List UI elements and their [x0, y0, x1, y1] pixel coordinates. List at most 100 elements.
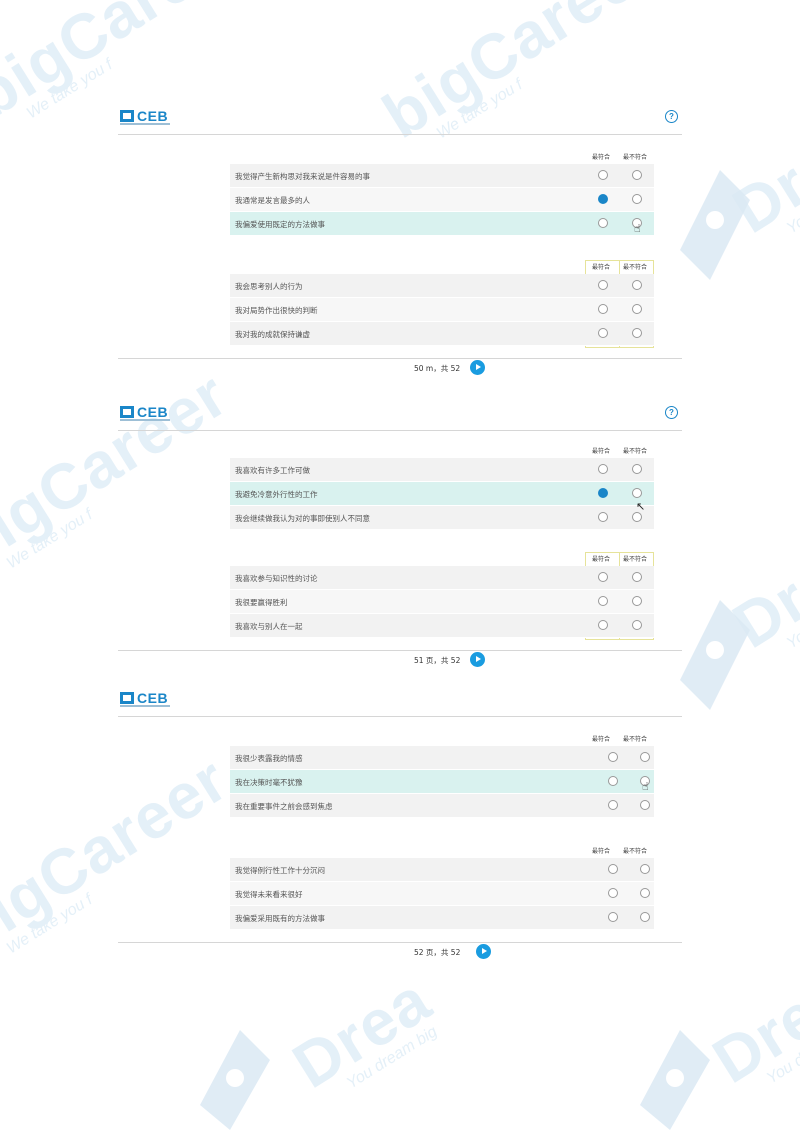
- question-row: 我喜欢参与知识性的讨论: [230, 566, 654, 590]
- question-block-1: 最符合 最不符合 我很少表露我的情感 我在决策时毫不犹豫 我在重要事件之前会感到…: [230, 732, 654, 818]
- least-radio[interactable]: [632, 304, 642, 314]
- least-radio[interactable]: [632, 170, 642, 180]
- most-radio[interactable]: [598, 304, 608, 314]
- help-icon[interactable]: ?: [665, 110, 678, 123]
- most-radio[interactable]: [598, 572, 608, 582]
- question-row-hover: 我避免冷意外行性的工作: [230, 482, 654, 506]
- least-radio[interactable]: [640, 864, 650, 874]
- page-counter: 50 m，共 52: [414, 364, 461, 373]
- question-row-hover: 我在决策时毫不犹豫: [230, 770, 654, 794]
- column-headers: 最符合 最不符合: [584, 732, 654, 746]
- page-header: CEB ?: [118, 400, 682, 431]
- least-radio[interactable]: [632, 328, 642, 338]
- question-row: 我觉得例行性工作十分沉闷: [230, 858, 654, 882]
- question-block-2: 最符合 最不符合 我会思考别人的行为 我对局势作出很快的判断 我对我的成就保持谦…: [230, 260, 654, 348]
- most-radio[interactable]: [608, 752, 618, 762]
- assessment-page-3: CEB 最符合 最不符合 我很少表露我的情感 我在决策时毫不犹豫 我在重要事件之…: [118, 686, 682, 972]
- column-headers: 最符合 最不符合: [584, 260, 654, 274]
- question-row: 我会思考别人的行为: [230, 274, 654, 298]
- page-header: CEB ?: [118, 104, 682, 135]
- next-page-button[interactable]: [476, 944, 491, 959]
- least-radio[interactable]: [640, 912, 650, 922]
- most-like-header: 最符合: [591, 448, 610, 455]
- question-row: 我在重要事件之前会感到焦虑: [230, 794, 654, 818]
- least-radio[interactable]: [640, 800, 650, 810]
- most-radio-selected[interactable]: [598, 194, 608, 204]
- least-like-header: 最不符合: [622, 848, 647, 855]
- ceb-logo: CEB: [120, 108, 168, 124]
- least-radio[interactable]: [640, 752, 650, 762]
- most-radio[interactable]: [608, 912, 618, 922]
- question-row: 我对我的成就保持谦虚: [230, 322, 654, 346]
- most-radio[interactable]: [598, 464, 608, 474]
- question-row-hover: 我偏爱使用既定的方法做事: [230, 212, 654, 236]
- ceb-logo-icon: [120, 110, 134, 122]
- watermark-dream-bottom-2: DreaYou dream big: [700, 958, 800, 1097]
- least-radio[interactable]: [632, 194, 642, 204]
- question-row: 我很少表露我的情感: [230, 746, 654, 770]
- next-page-button[interactable]: [470, 360, 485, 375]
- least-radio[interactable]: [632, 280, 642, 290]
- page-counter: 52 页，共 52: [414, 948, 461, 957]
- question-block-2: 最符合 最不符合 我喜欢参与知识性的讨论 我很要赢得胜利 我喜欢与别人在一起: [230, 552, 654, 640]
- watermark-dream-right-1: DreaYou dream big: [720, 108, 800, 247]
- most-radio[interactable]: [598, 512, 608, 522]
- pen-logo-icon: [680, 600, 750, 710]
- page-counter: 51 页，共 52: [414, 656, 461, 665]
- most-radio-selected[interactable]: [598, 488, 608, 498]
- least-like-header: 最不符合: [622, 264, 647, 271]
- question-row: 我喜欢与别人在一起: [230, 614, 654, 638]
- most-radio[interactable]: [608, 864, 618, 874]
- least-like-header: 最不符合: [622, 556, 647, 563]
- column-headers: 最符合 最不符合: [584, 150, 654, 164]
- question-block-1: 最符合 最不符合 我喜欢有许多工作可做 我避免冷意外行性的工作 我会继续做我认为…: [230, 444, 654, 530]
- assessment-page-2: CEB ? 最符合 最不符合 我喜欢有许多工作可做 我避免冷意外行性的工作 我会…: [118, 400, 682, 684]
- least-radio[interactable]: [632, 218, 642, 228]
- least-radio[interactable]: [640, 776, 650, 786]
- least-like-header: 最不符合: [622, 736, 647, 743]
- least-radio[interactable]: [632, 512, 642, 522]
- question-row: 我偏爱采用既有的方法做事: [230, 906, 654, 930]
- assessment-page-1: CEB ? 最符合 最不符合 我觉得产生新构思对我来说是件容易的事 我通常是发言…: [118, 104, 682, 394]
- most-like-header: 最符合: [591, 848, 610, 855]
- most-radio[interactable]: [598, 170, 608, 180]
- pagination-footer: 50 m，共 52: [118, 358, 682, 377]
- pen-logo-icon: [200, 1030, 270, 1130]
- most-radio[interactable]: [598, 596, 608, 606]
- least-radio[interactable]: [632, 596, 642, 606]
- most-like-header: 最符合: [591, 556, 610, 563]
- next-page-button[interactable]: [470, 652, 485, 667]
- question-row: 我很要赢得胜利: [230, 590, 654, 614]
- question-row: 我喜欢有许多工作可做: [230, 458, 654, 482]
- question-block-1: 最符合 最不符合 我觉得产生新构思对我来说是件容易的事 我通常是发言最多的人 我…: [230, 150, 654, 236]
- ceb-logo: CEB: [120, 690, 168, 706]
- least-radio[interactable]: [632, 572, 642, 582]
- pen-logo-icon: [640, 1030, 710, 1130]
- least-radio[interactable]: [632, 488, 642, 498]
- column-headers: 最符合 最不符合: [584, 444, 654, 458]
- watermark-dream-bottom-1: Drea You dream big: [280, 963, 443, 1102]
- least-radio[interactable]: [632, 464, 642, 474]
- question-row: 我觉得未来看来很好: [230, 882, 654, 906]
- most-radio[interactable]: [598, 280, 608, 290]
- least-radio[interactable]: [632, 620, 642, 630]
- most-radio[interactable]: [608, 800, 618, 810]
- help-icon[interactable]: ?: [665, 406, 678, 419]
- most-radio[interactable]: [608, 888, 618, 898]
- question-row: 我通常是发言最多的人: [230, 188, 654, 212]
- most-radio[interactable]: [598, 620, 608, 630]
- least-like-header: 最不符合: [622, 154, 647, 161]
- question-row: 我会继续做我认为对的事即使别人不同意: [230, 506, 654, 530]
- most-radio[interactable]: [598, 218, 608, 228]
- watermark-dream-right-2: DreaYou dream big: [720, 523, 800, 662]
- most-radio[interactable]: [608, 776, 618, 786]
- ceb-logo-icon: [120, 406, 134, 418]
- ceb-logo: CEB: [120, 404, 168, 420]
- most-like-header: 最符合: [591, 154, 610, 161]
- most-like-header: 最符合: [591, 736, 610, 743]
- least-like-header: 最不符合: [622, 448, 647, 455]
- least-radio[interactable]: [640, 888, 650, 898]
- column-headers: 最符合 最不符合: [584, 844, 654, 858]
- most-radio[interactable]: [598, 328, 608, 338]
- ceb-logo-icon: [120, 692, 134, 704]
